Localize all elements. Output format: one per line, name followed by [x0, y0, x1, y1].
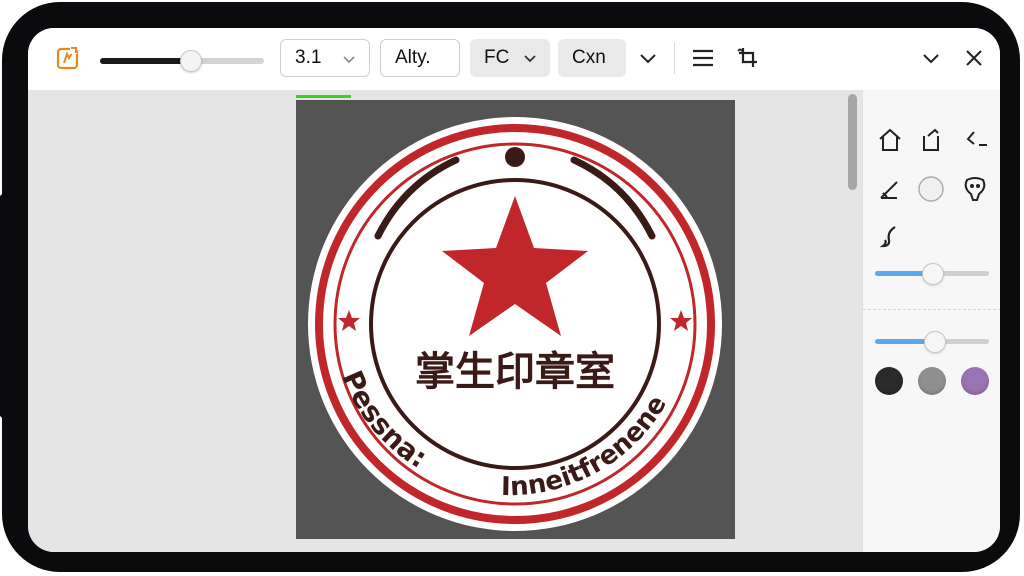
toolbar-divider	[674, 42, 675, 74]
share-icon[interactable]	[919, 127, 945, 153]
more-chevron-icon[interactable]	[636, 46, 660, 70]
canvas-scrollbar[interactable]	[846, 90, 860, 552]
zoom-slider-knob[interactable]	[180, 50, 202, 72]
mask-icon[interactable]	[962, 176, 988, 202]
color-swatch-gray[interactable]	[918, 367, 946, 395]
convert-button[interactable]: Cxn	[558, 39, 626, 77]
font-field[interactable]: Alty.	[380, 39, 460, 77]
canvas-scrollbar-thumb[interactable]	[848, 94, 857, 190]
color-swatch-black[interactable]	[875, 367, 903, 395]
home-icon[interactable]	[877, 127, 903, 153]
chevron-down-icon	[343, 56, 355, 64]
format-select[interactable]: FC	[470, 39, 550, 77]
app-logo-icon[interactable]	[56, 46, 80, 70]
pen-icon[interactable]	[877, 176, 903, 202]
zoom-slider[interactable]	[100, 50, 264, 72]
brush-size-slider-knob[interactable]	[922, 263, 944, 285]
top-toolbar: 3.1 Alty. FC Cxn	[28, 28, 1000, 91]
chevron-down-icon	[524, 55, 536, 63]
tools-panel	[862, 90, 1000, 552]
opacity-slider[interactable]	[875, 331, 989, 353]
stamp-artboard[interactable]: 掌生印章室 Pessna: Inneitfrenene	[296, 100, 735, 539]
close-icon[interactable]	[963, 47, 985, 69]
circle-shape-icon[interactable]	[917, 175, 945, 203]
panel-divider	[863, 309, 1000, 310]
back-arrow-icon[interactable]	[963, 127, 989, 153]
device-frame: 3.1 Alty. FC Cxn 掌生印章室 Pessna: Inneitfre…	[0, 2, 1020, 572]
stamp-top-dot	[505, 147, 525, 167]
brush-size-slider[interactable]	[875, 263, 989, 285]
size-select[interactable]: 3.1	[280, 39, 370, 77]
stamp-center-text: 掌生印章室	[415, 349, 615, 395]
render-progress-bar	[296, 95, 351, 98]
opacity-slider-knob[interactable]	[924, 331, 946, 353]
collapse-chevron-icon[interactable]	[920, 47, 942, 69]
app-screen: 3.1 Alty. FC Cxn 掌生印章室 Pessna: Inneitfre…	[28, 28, 1000, 552]
crop-rotate-icon[interactable]	[736, 45, 762, 71]
menu-icon[interactable]	[690, 45, 716, 71]
brush-icon[interactable]	[877, 224, 903, 250]
stamp-graphic: 掌生印章室 Pessna: Inneitfrenene	[308, 117, 722, 531]
color-swatch-purple[interactable]	[961, 367, 989, 395]
